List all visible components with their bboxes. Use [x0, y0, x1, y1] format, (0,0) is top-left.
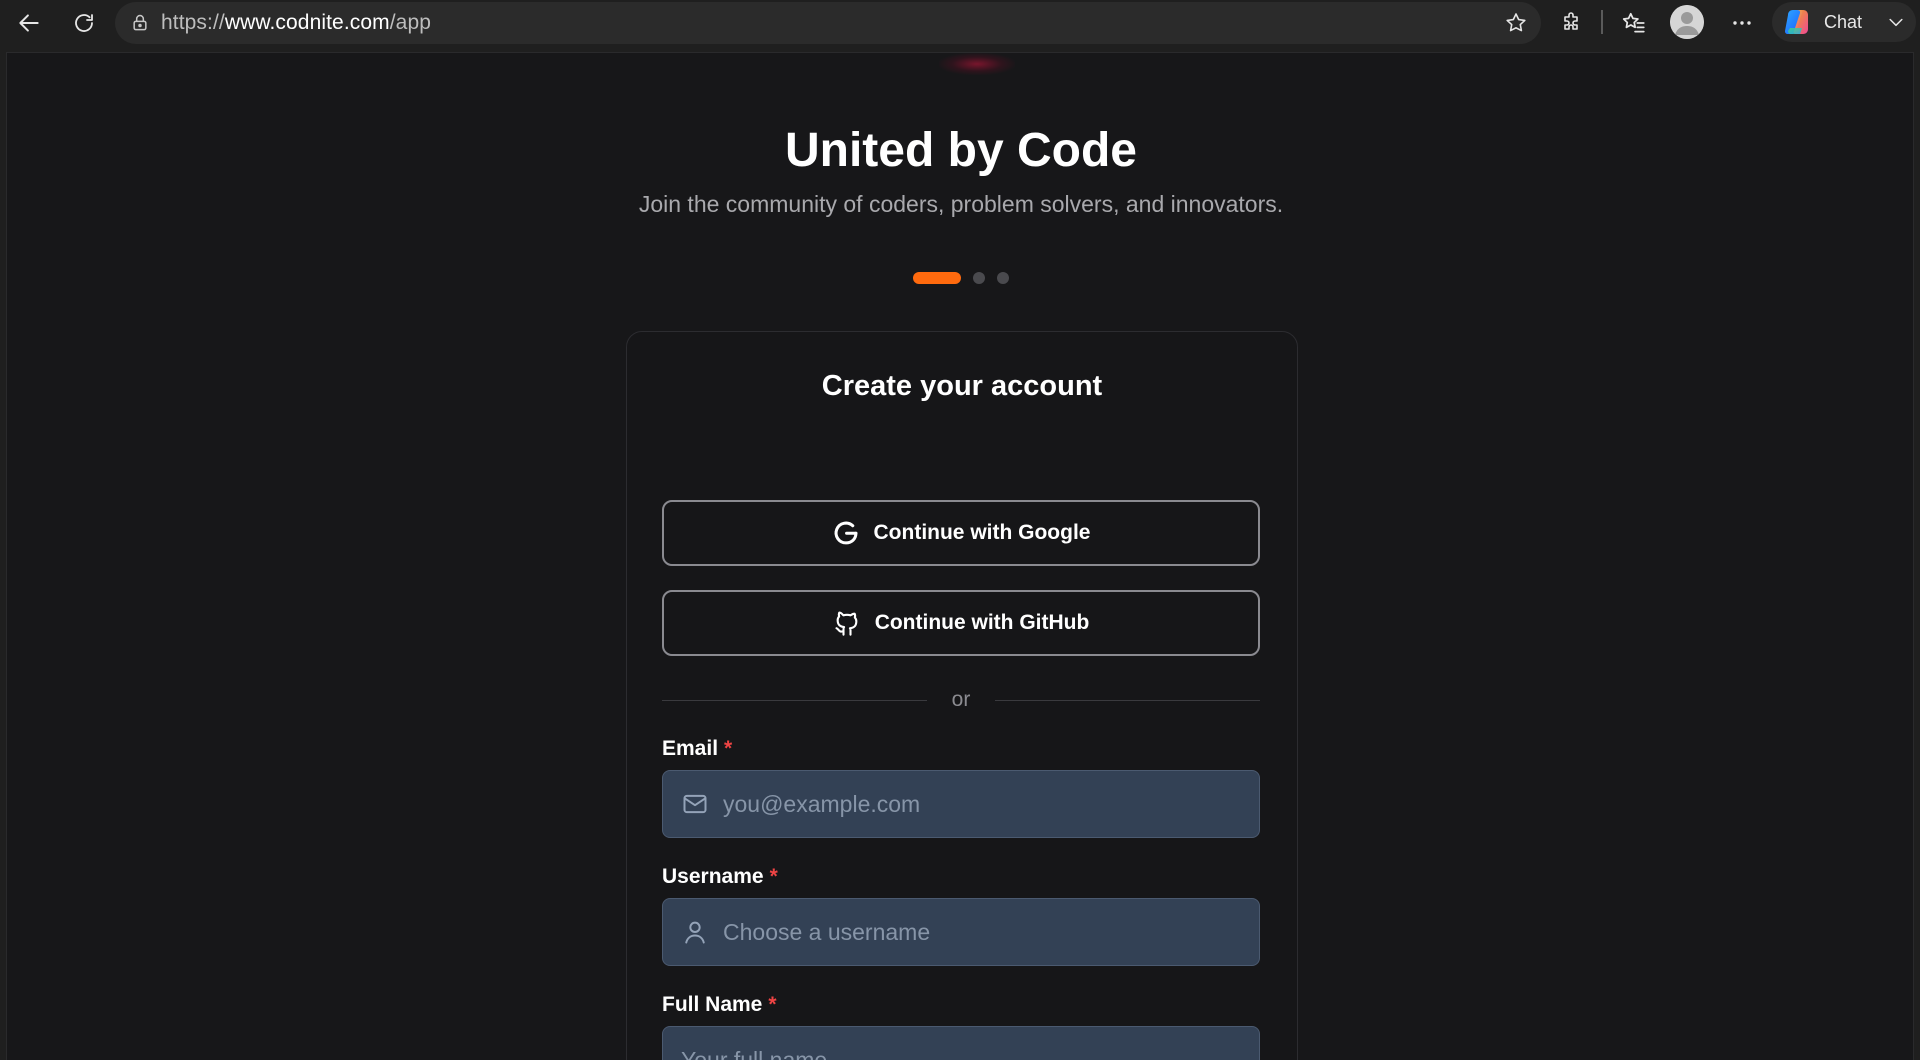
hero-title: United by Code: [784, 124, 1137, 177]
required-marker: *: [768, 993, 777, 1016]
hero-subtitle: Join the community of coders, problem so…: [638, 191, 1284, 217]
required-marker: *: [724, 737, 733, 760]
email-label: Email *: [662, 737, 732, 761]
continue-with-google-button[interactable]: Continue with Google: [662, 500, 1260, 566]
carousel-dot-2[interactable]: [973, 272, 985, 284]
url-host: www.codnite.com: [224, 11, 390, 34]
divider-line-right: [995, 700, 1260, 701]
email-field-wrapper[interactable]: [662, 770, 1260, 838]
chat-label: Chat: [1824, 11, 1863, 32]
carousel-dot-3[interactable]: [997, 272, 1009, 284]
refresh-button[interactable]: [67, 6, 101, 40]
user-icon: [681, 918, 709, 946]
carousel-dot-1[interactable]: [913, 272, 961, 284]
github-button-label: Continue with GitHub: [874, 611, 1090, 634]
browser-toolbar: https://www.codnite.com/app Chat: [0, 0, 1920, 44]
url-path: /app: [389, 11, 432, 34]
more-icon: [1733, 21, 1751, 25]
copilot-chat-button[interactable]: Chat: [1772, 2, 1916, 42]
email-input[interactable]: [709, 771, 1259, 837]
toolbar-separator: [1601, 10, 1603, 34]
full-name-field-wrapper[interactable]: [662, 1026, 1260, 1060]
favorites-icon: [1622, 12, 1645, 33]
full-name-label: Full Name *: [662, 993, 777, 1017]
star-icon: [1506, 13, 1526, 32]
username-label: Username *: [662, 865, 778, 889]
url-scheme: https://: [161, 11, 225, 34]
full-name-input[interactable]: [663, 1027, 1259, 1060]
favorites-button[interactable]: [1617, 6, 1651, 40]
google-icon: [832, 519, 860, 547]
address-bar[interactable]: https://www.codnite.com/app: [115, 2, 1541, 44]
lock-icon[interactable]: [129, 12, 151, 34]
profile-avatar[interactable]: [1670, 5, 1704, 39]
avatar: [1670, 5, 1704, 39]
back-button[interactable]: [12, 6, 46, 40]
card-title: Create your account: [821, 370, 1103, 402]
email-label-text: Email: [662, 737, 719, 760]
copilot-icon: [1785, 10, 1808, 34]
username-field-wrapper[interactable]: [662, 898, 1260, 966]
favorite-button[interactable]: [1499, 6, 1533, 40]
brand-glow: [939, 53, 1015, 75]
required-marker: *: [769, 865, 778, 888]
username-label-text: Username: [662, 865, 764, 888]
mail-icon: [681, 790, 709, 818]
extensions-button[interactable]: [1555, 6, 1589, 40]
continue-with-github-button[interactable]: Continue with GitHub: [662, 590, 1260, 656]
more-button[interactable]: [1725, 6, 1759, 40]
url-text[interactable]: https://www.codnite.com/app: [161, 11, 431, 35]
refresh-icon: [75, 14, 93, 32]
or-divider: or: [662, 686, 1260, 716]
signup-card: Create your account Continue with Google…: [626, 331, 1298, 1060]
google-button-label: Continue with Google: [873, 521, 1091, 544]
username-input[interactable]: [709, 899, 1259, 965]
page-viewport: United by Code Join the community of cod…: [6, 52, 1914, 1060]
back-arrow-icon: [19, 14, 39, 32]
puzzle-icon: [1564, 12, 1578, 30]
carousel-indicators: [913, 272, 1009, 284]
github-icon: [833, 609, 861, 637]
full-name-label-text: Full Name: [662, 993, 763, 1016]
chevron-down-icon[interactable]: [1886, 12, 1906, 32]
